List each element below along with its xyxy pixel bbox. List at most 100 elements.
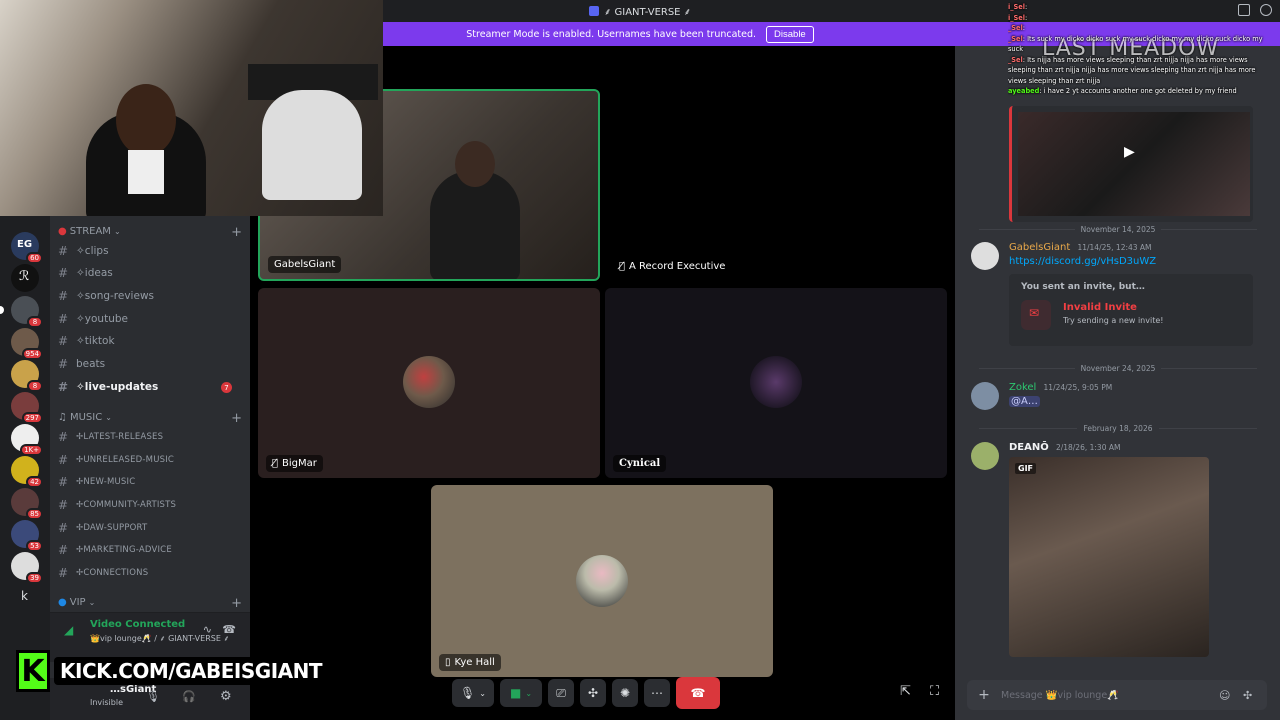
play-icon[interactable]: ▶ [1124,144,1135,160]
streamer-mode-text: Streamer Mode is enabled. Usernames have… [466,28,757,40]
server-badge: 53 [26,540,43,552]
microphone-icon: 🎙 [460,686,476,700]
channel-new-music[interactable]: # ✢NEW-MUSIC [58,472,242,492]
soundwave-icon[interactable]: ∿ [203,623,212,636]
channel-marketing-advice[interactable]: # ✢MARKETING-ADVICE [58,540,242,560]
message-input[interactable]: Message 👑vip lounge🥂 [1001,690,1219,701]
server-icon-7[interactable]: 1K+ [11,424,43,456]
channel-youtube[interactable]: # ✧youtube [58,309,242,329]
channel-clips[interactable]: # ✧clips [58,241,242,261]
share-screen-button[interactable]: ⎚ [548,679,574,707]
server-icon-5[interactable]: 8 [11,360,43,392]
channel-daw-support[interactable]: # ✢DAW-SUPPORT [58,518,242,538]
server-icon-3[interactable]: 8 [0,296,43,328]
user-avatar[interactable] [971,382,999,410]
participant-avatar [750,356,802,408]
camera-toggle[interactable]: ■ ⌄ [500,679,542,707]
disable-streamer-mode-button[interactable]: Disable [766,25,814,43]
chat-message: GabelsGiant 11/14/25, 12:43 AM https://d… [971,242,1271,352]
voice-status[interactable]: Video Connected [90,619,185,630]
hash-icon: # [58,566,69,580]
server-icon-12[interactable]: k [11,584,39,612]
server-icon-10[interactable]: 53 [11,520,43,552]
add-attachment-icon[interactable]: + [967,687,1001,703]
invite-link[interactable]: https://discord.gg/vHsD3uWZ [1009,256,1156,267]
stream-chat-line: i_Sel: [1008,13,1028,22]
stream-chat-line: _Sel: Its nijja has more views sleeping … [1008,55,1256,85]
message-author[interactable]: DEANŌ [1009,442,1049,453]
user-avatar[interactable] [971,442,999,470]
message-timestamp: 11/14/25, 12:43 AM [1077,243,1152,252]
activities-button[interactable]: ✣ [580,679,606,707]
chevron-down-icon: ⌄ [525,688,533,698]
server-icon-1[interactable]: EG 60 [11,232,43,264]
date-divider: November 24, 2025 [973,362,1263,374]
message-header: GabelsGiant 11/14/25, 12:43 AM [1009,242,1152,253]
participant-tile-kye-hall[interactable]: ▯ Kye Hall [431,485,773,677]
red-circle-icon: ● [58,226,67,237]
server-icon-2[interactable]: ℛ [11,264,39,292]
add-channel-icon[interactable]: + [231,596,242,611]
channel-beats[interactable]: # beats [58,354,242,374]
category-stream[interactable]: ● STREAM ⌄ + [58,225,242,240]
server-icon-4[interactable]: 954 [11,328,43,360]
message-timestamp: 11/24/25, 9:05 PM [1043,383,1113,392]
server-icon-11[interactable]: 39 [11,552,43,584]
soundboard-icon: ✺ [619,686,631,700]
user-status: Invisible [90,698,123,707]
chevron-down-icon: ⌄ [88,598,96,607]
server-badge: 954 [21,348,43,360]
popout-icon[interactable]: ⇱ [900,684,911,699]
hash-icon: # [58,312,69,326]
disconnect-icon[interactable]: ☎ [222,623,236,636]
music-note-icon: ♫ [58,412,67,423]
channel-latest-releases[interactable]: # ✢LATEST-RELEASES [58,427,242,447]
channel-unreleased-music[interactable]: # ✢UNRELEASED-MUSIC [58,450,242,470]
server-icon-8[interactable]: 42 [11,456,43,488]
participant-tile-bigmar[interactable]: 🎙̸ BigMar [258,288,600,478]
apps-icon[interactable]: ✣ [1243,689,1267,702]
chevron-down-icon: ⌄ [105,413,112,422]
add-channel-icon[interactable]: + [231,411,242,426]
channel-community-artists[interactable]: # ✢COMMUNITY-ARTISTS [58,495,242,515]
server-icon [588,6,599,16]
hash-icon: # [58,543,69,557]
stream-chat-line: _Sel: Its suck my dicko dicko suck my su… [1008,34,1263,54]
add-channel-icon[interactable]: + [231,225,242,240]
message-author[interactable]: Zokel [1009,382,1036,393]
participant-tile-record-executive[interactable]: 🎙̸ A Record Executive [605,89,947,281]
participant-tile-cynical[interactable]: Cynical [605,288,947,478]
message-author[interactable]: GabelsGiant [1009,242,1070,253]
emoji-icon[interactable]: ☺ [1219,689,1243,702]
hash-icon: # [58,475,69,489]
channel-connections[interactable]: # ✢CONNECTIONS [58,563,242,583]
user-avatar[interactable] [971,242,999,270]
more-options-button[interactable]: ⋯ [644,679,670,707]
channel-song-reviews[interactable]: # ✧song-reviews [58,286,242,306]
fullscreen-icon[interactable]: ⛶ [930,684,939,699]
microphone-toggle[interactable]: 🎙 ⌄ [452,679,494,707]
channel-ideas[interactable]: # ✧ideas [58,263,242,283]
soundboard-button[interactable]: ✺ [612,679,638,707]
disconnect-button[interactable]: ☎ [676,677,720,709]
hash-icon: # [58,430,69,444]
participant-nametag: 🎙̸ BigMar [266,455,323,472]
chevron-down-icon: ⌄ [113,227,121,236]
message-input-bar: + Message 👑vip lounge🥂 ☺ ✣ [967,680,1267,710]
server-badge: 85 [26,508,43,520]
user-mention[interactable]: @A… [1009,396,1040,407]
server-icon-9[interactable]: 85 [11,488,43,520]
chat-panel: ▶ November 14, 2025 GabelsGiant 11/14/25… [955,46,1280,720]
category-music[interactable]: ♫ MUSIC ⌄ + [58,411,242,426]
category-vip[interactable]: ● VIP ⌄ + [58,596,242,611]
hash-icon: # [58,289,69,303]
server-icon-6[interactable]: 297 [11,392,43,424]
date-divider: November 14, 2025 [973,223,1263,235]
channel-live-updates[interactable]: # ✧live-updates 7 [58,377,242,397]
video-embed[interactable]: ▶ [1009,106,1253,222]
server-badge: 297 [21,412,43,424]
blue-circle-icon: ● [58,597,67,608]
gif-attachment[interactable]: GIF [1009,457,1209,657]
signal-icon: ◢ [64,623,74,637]
channel-tiktok[interactable]: # ✧tiktok [58,331,242,351]
